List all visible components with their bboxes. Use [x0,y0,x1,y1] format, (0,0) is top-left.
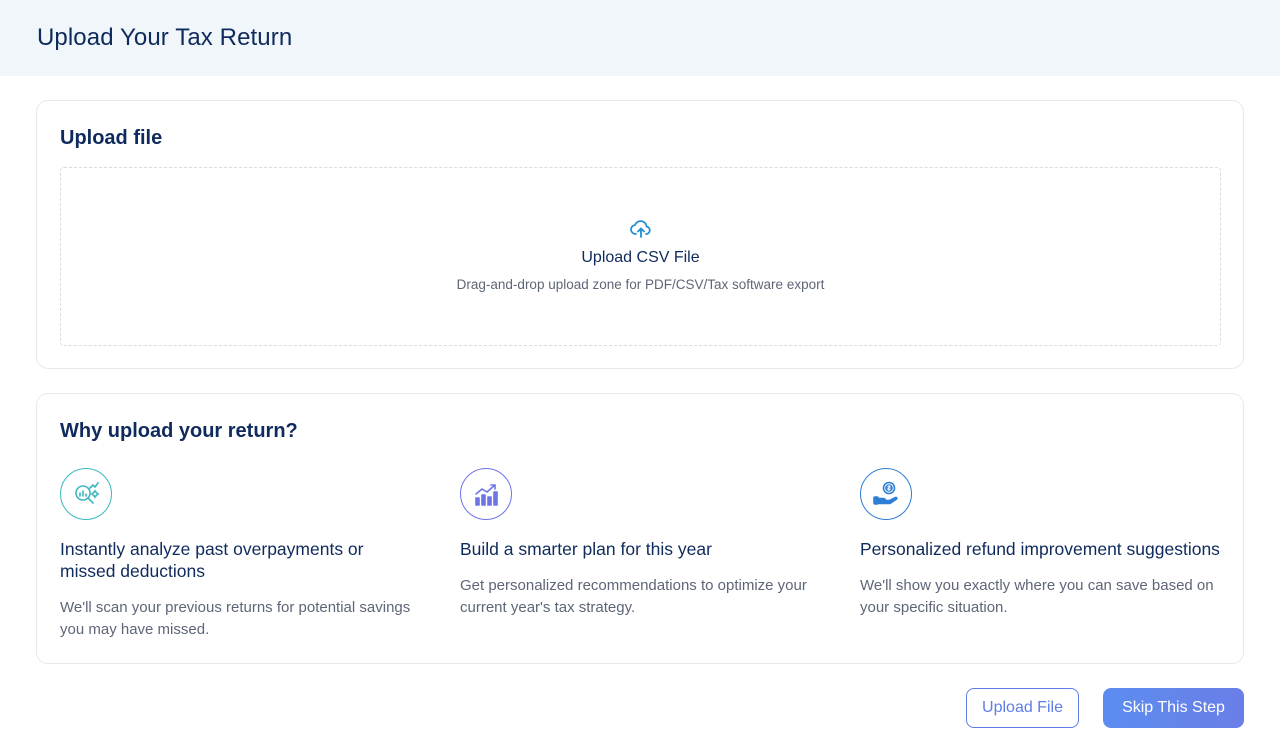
page-title: Upload Your Tax Return [37,24,293,51]
upload-dropzone[interactable]: Upload CSV File Drag-and-drop upload zon… [60,167,1221,346]
upload-file-button[interactable]: Upload File [966,688,1079,728]
why-upload-title: Why upload your return? [60,420,298,442]
feature-analyze: Instantly analyze past overpayments or m… [60,468,420,641]
feature-icon-wrapper [60,468,112,520]
feature-refund: Personalized refund improvement suggesti… [860,468,1220,619]
dropzone-subtitle: Drag-and-drop upload zone for PDF/CSV/Ta… [456,277,825,292]
feature-title: Instantly analyze past overpayments or m… [60,539,364,581]
dropzone-title: Upload CSV File [581,249,700,266]
feature-plan: Build a smarter plan for this year Get p… [460,468,820,619]
feature-description: We'll show you exactly where you can sav… [860,577,1214,616]
why-upload-card: Why upload your return? Instantly analyz… [36,393,1244,664]
upload-card-title: Upload file [60,127,163,149]
feature-icon-wrapper [860,468,912,520]
feature-icon-wrapper [460,468,512,520]
analyze-chart-magnifier-icon [75,482,100,504]
feature-title: Build a smarter plan for this year [460,539,712,559]
feature-description: We'll scan your previous returns for pot… [60,599,411,638]
page-header: Upload Your Tax Return [0,0,1280,76]
skip-step-button[interactable]: Skip This Step [1103,688,1244,728]
upload-card: Upload file Upload CSV File Drag-and-dro… [36,100,1244,369]
growth-bar-chart-icon [475,484,498,506]
feature-description: Get personalized recommendations to opti… [460,577,807,616]
hand-coin-icon [873,481,898,505]
cloud-upload-icon [629,220,651,238]
feature-title: Personalized refund improvement suggesti… [860,539,1220,559]
